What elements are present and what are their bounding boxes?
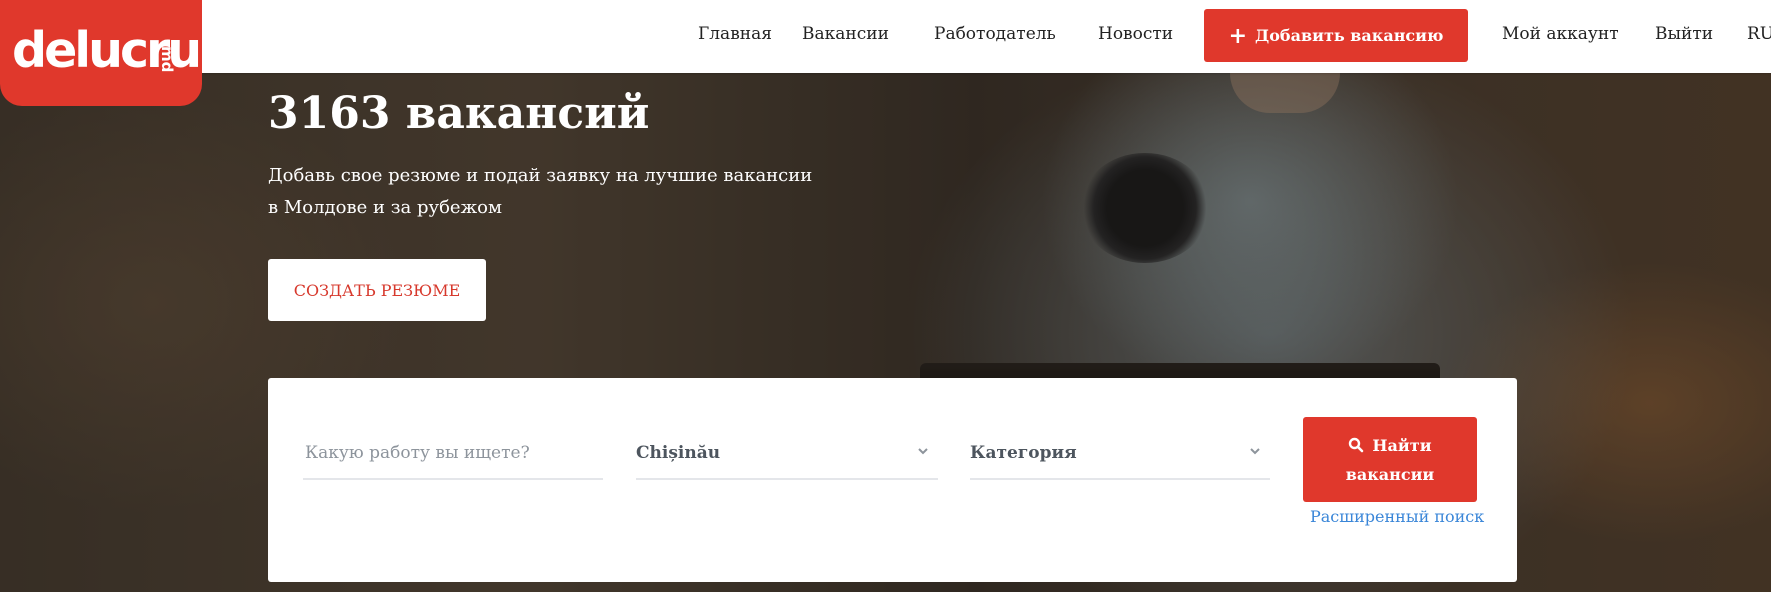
logo-domain: md: [158, 46, 176, 73]
chevron-down-icon: [918, 448, 928, 455]
category-select-value: Категория: [970, 443, 1077, 463]
city-select[interactable]: Chișinău: [636, 428, 938, 480]
find-vacancies-button[interactable]: Найти вакансии: [1303, 417, 1477, 502]
hero-subtitle: Добавь свое резюме и подай заявку на луч…: [268, 165, 813, 218]
find-button-label-2: вакансии: [1345, 464, 1435, 484]
create-resume-button[interactable]: СОЗДАТЬ РЕЗЮМЕ: [268, 259, 486, 321]
find-button-line1-wrap: Найти: [1348, 431, 1432, 460]
keyword-search-input[interactable]: [303, 442, 603, 464]
nav-vacancies[interactable]: Вакансии: [802, 24, 889, 44]
nav-logout[interactable]: Выйти: [1655, 24, 1713, 44]
chevron-down-icon: [1250, 448, 1260, 455]
find-button-label-1: Найти: [1372, 435, 1432, 455]
site-header: Главная Вакансии Работодатель Новости + …: [0, 0, 1771, 73]
nav-home[interactable]: Главная: [698, 24, 772, 44]
site-logo[interactable]: delucru md: [0, 0, 202, 106]
city-select-value: Chișinău: [636, 443, 721, 463]
nav-employer[interactable]: Работодатель: [934, 24, 1056, 44]
search-icon: [1349, 437, 1364, 452]
language-switch[interactable]: RU: [1747, 24, 1771, 44]
category-select[interactable]: Категория: [970, 428, 1270, 480]
advanced-search-link[interactable]: Расширенный поиск: [1310, 507, 1484, 526]
page-title: 3163 вакансий: [268, 88, 650, 139]
nav-my-account[interactable]: Мой аккаунт: [1502, 24, 1619, 44]
add-vacancy-button[interactable]: + Добавить вакансию: [1204, 9, 1468, 62]
keyword-field: [303, 428, 603, 480]
nav-news[interactable]: Новости: [1098, 24, 1173, 44]
add-vacancy-label: Добавить вакансию: [1255, 26, 1444, 45]
search-panel: Chișinău Категория Найти вакансии Расшир…: [268, 378, 1517, 582]
plus-icon: +: [1228, 22, 1248, 49]
